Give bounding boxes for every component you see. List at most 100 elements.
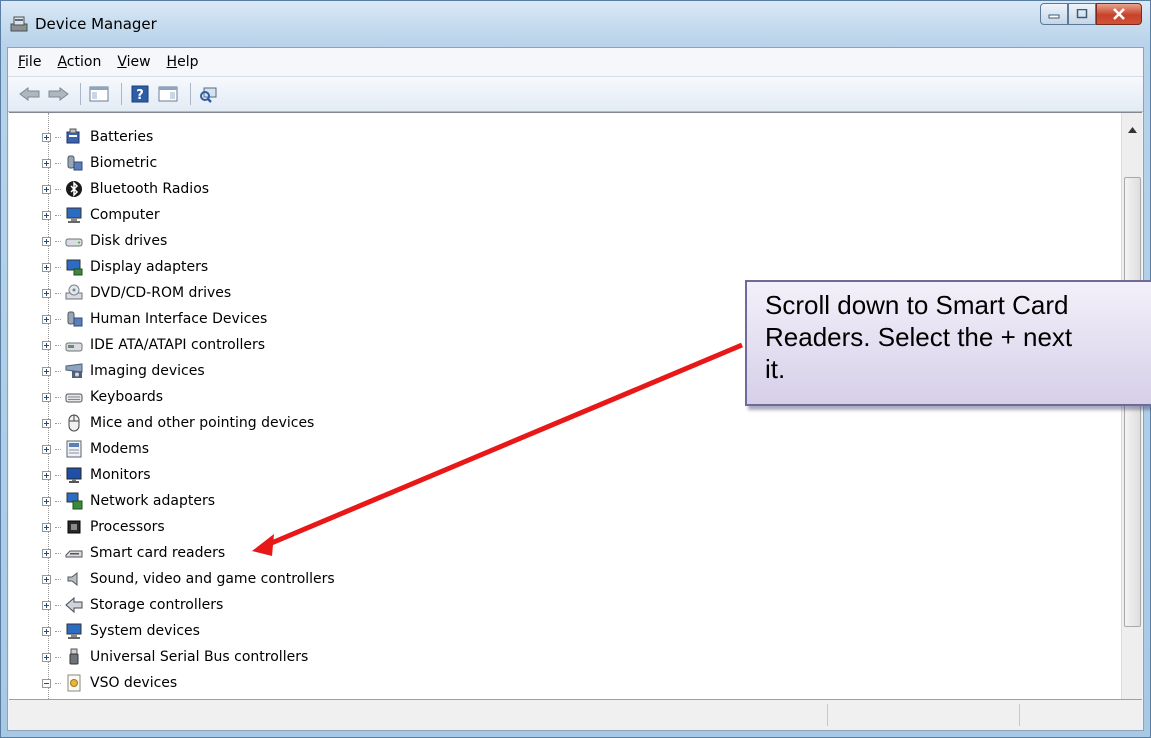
bluetooth-icon [65, 180, 83, 198]
tree-item-disk-drives[interactable]: Disk drives [42, 228, 167, 254]
tree-item-monitors[interactable]: Monitors [42, 462, 151, 488]
tree-item-display-adapters[interactable]: Display adapters [42, 254, 208, 280]
tree-item-processors[interactable]: Processors [42, 514, 165, 540]
scan-hardware-changes-button[interactable] [197, 82, 221, 106]
tree-item-label: Network adapters [90, 493, 215, 509]
expand-toggle[interactable] [42, 184, 51, 194]
tree-item-label: Mice and other pointing devices [90, 415, 315, 431]
expand-toggle[interactable] [42, 652, 51, 662]
menu-action-accelerator: A [57, 54, 67, 70]
help-button[interactable]: ? [128, 82, 152, 106]
expand-toggle[interactable] [42, 522, 51, 532]
tree-item-label: Storage controllers [90, 597, 224, 613]
expand-toggle[interactable] [42, 132, 51, 142]
display-adapter-icon [65, 258, 83, 276]
tree-item-ide-ata-atapi-controllers[interactable]: IDE ATA/ATAPI controllers [42, 332, 265, 358]
tree-item-universal-serial-bus-controllers[interactable]: Universal Serial Bus controllers [42, 644, 308, 670]
status-pane-divider [827, 704, 828, 726]
menu-help[interactable]: Help [159, 54, 207, 70]
expand-toggle[interactable] [42, 626, 51, 636]
device-tree[interactable]: Batteries Biometric Bluetooth Radios Comput… [9, 112, 1142, 727]
expand-toggle[interactable] [42, 548, 51, 558]
forward-button[interactable] [46, 82, 70, 106]
back-button[interactable] [18, 82, 42, 106]
tree-connector [55, 656, 61, 658]
tree-connector [55, 344, 61, 346]
expand-toggle[interactable] [42, 158, 51, 168]
tree-item-keyboards[interactable]: Keyboards [42, 384, 163, 410]
expand-toggle[interactable] [42, 366, 51, 376]
tree-item-mice-and-other-pointing-devices[interactable]: Mice and other pointing devices [42, 410, 314, 436]
expand-toggle[interactable] [42, 262, 51, 272]
tree-item-human-interface-devices[interactable]: Human Interface Devices [42, 306, 267, 332]
forward-arrow-icon [48, 87, 69, 101]
storage-controller-icon [65, 596, 83, 614]
system-device-icon [65, 622, 83, 640]
vertical-scrollbar[interactable] [1121, 113, 1142, 727]
menu-view[interactable]: View [109, 54, 158, 70]
menu-action[interactable]: Action [49, 54, 109, 70]
tree-connector [55, 578, 61, 580]
hid-icon [65, 310, 83, 328]
tree-connector [55, 474, 61, 476]
ide-controller-icon [65, 336, 83, 354]
tree-item-batteries[interactable]: Batteries [42, 124, 153, 150]
tree-item-label: Disk drives [90, 233, 168, 249]
tree-item-bluetooth-radios[interactable]: Bluetooth Radios [42, 176, 209, 202]
tree-item-biometric[interactable]: Biometric [42, 150, 157, 176]
status-pane-divider [1019, 704, 1020, 726]
tree-item-modems[interactable]: Modems [42, 436, 149, 462]
tree-item-label: Human Interface Devices [90, 311, 268, 327]
tree-item-storage-controllers[interactable]: Storage controllers [42, 592, 223, 618]
maximize-icon [1076, 9, 1088, 19]
tree-item-imaging-devices[interactable]: Imaging devices [42, 358, 205, 384]
expand-toggle[interactable] [42, 340, 51, 350]
expand-toggle[interactable] [42, 236, 51, 246]
expand-toggle[interactable] [42, 314, 51, 324]
collapse-toggle[interactable] [42, 678, 51, 688]
device-manager-icon [9, 15, 29, 33]
menu-file-label: ile [25, 54, 42, 70]
menu-file[interactable]: File [10, 54, 49, 70]
tree-item-label: Bluetooth Radios [90, 181, 210, 197]
tree-item-dvd-cd-rom-drives[interactable]: DVD/CD-ROM drives [42, 280, 231, 306]
expand-toggle[interactable] [42, 496, 51, 506]
tree-connector [55, 448, 61, 450]
scroll-up-button[interactable] [1122, 121, 1142, 139]
tree-connector [55, 214, 61, 216]
show-hide-console-tree-button[interactable] [87, 82, 111, 106]
dvd-drive-icon [65, 284, 83, 302]
minimize-button[interactable] [1040, 3, 1068, 25]
expand-toggle[interactable] [42, 444, 51, 454]
tree-item-vso-devices[interactable]: VSO devices [42, 670, 177, 696]
expand-toggle[interactable] [42, 470, 51, 480]
tree-connector [55, 552, 61, 554]
expand-toggle[interactable] [42, 288, 51, 298]
svg-text:?: ? [136, 88, 144, 103]
expand-toggle[interactable] [42, 600, 51, 610]
tree-item-network-adapters[interactable]: Network adapters [42, 488, 215, 514]
tree-item-label: Imaging devices [90, 363, 205, 379]
tree-connector [55, 604, 61, 606]
title-bar[interactable]: Device Manager [1, 1, 1150, 47]
expand-toggle[interactable] [42, 418, 51, 428]
tree-item-label: Sound, video and game controllers [90, 571, 335, 587]
menu-help-label: elp [177, 54, 199, 70]
tree-item-label: Modems [90, 441, 150, 457]
speaker-icon [65, 570, 83, 588]
action-pane-icon [158, 86, 178, 102]
expand-toggle[interactable] [42, 210, 51, 220]
menu-bar: File Action View Help [8, 48, 1143, 77]
tree-item-label: Display adapters [90, 259, 209, 275]
tree-item-label: Computer [90, 207, 160, 223]
maximize-button[interactable] [1068, 3, 1096, 25]
tree-item-sound-video-and-game-controllers[interactable]: Sound, video and game controllers [42, 566, 335, 592]
tree-item-smart-card-readers[interactable]: Smart card readers [42, 540, 225, 566]
expand-toggle[interactable] [42, 574, 51, 584]
expand-toggle[interactable] [42, 392, 51, 402]
tree-item-computer[interactable]: Computer [42, 202, 160, 228]
tree-item-system-devices[interactable]: System devices [42, 618, 200, 644]
close-button[interactable] [1096, 3, 1142, 25]
tree-connector [55, 370, 61, 372]
show-hide-action-pane-button[interactable] [156, 82, 180, 106]
